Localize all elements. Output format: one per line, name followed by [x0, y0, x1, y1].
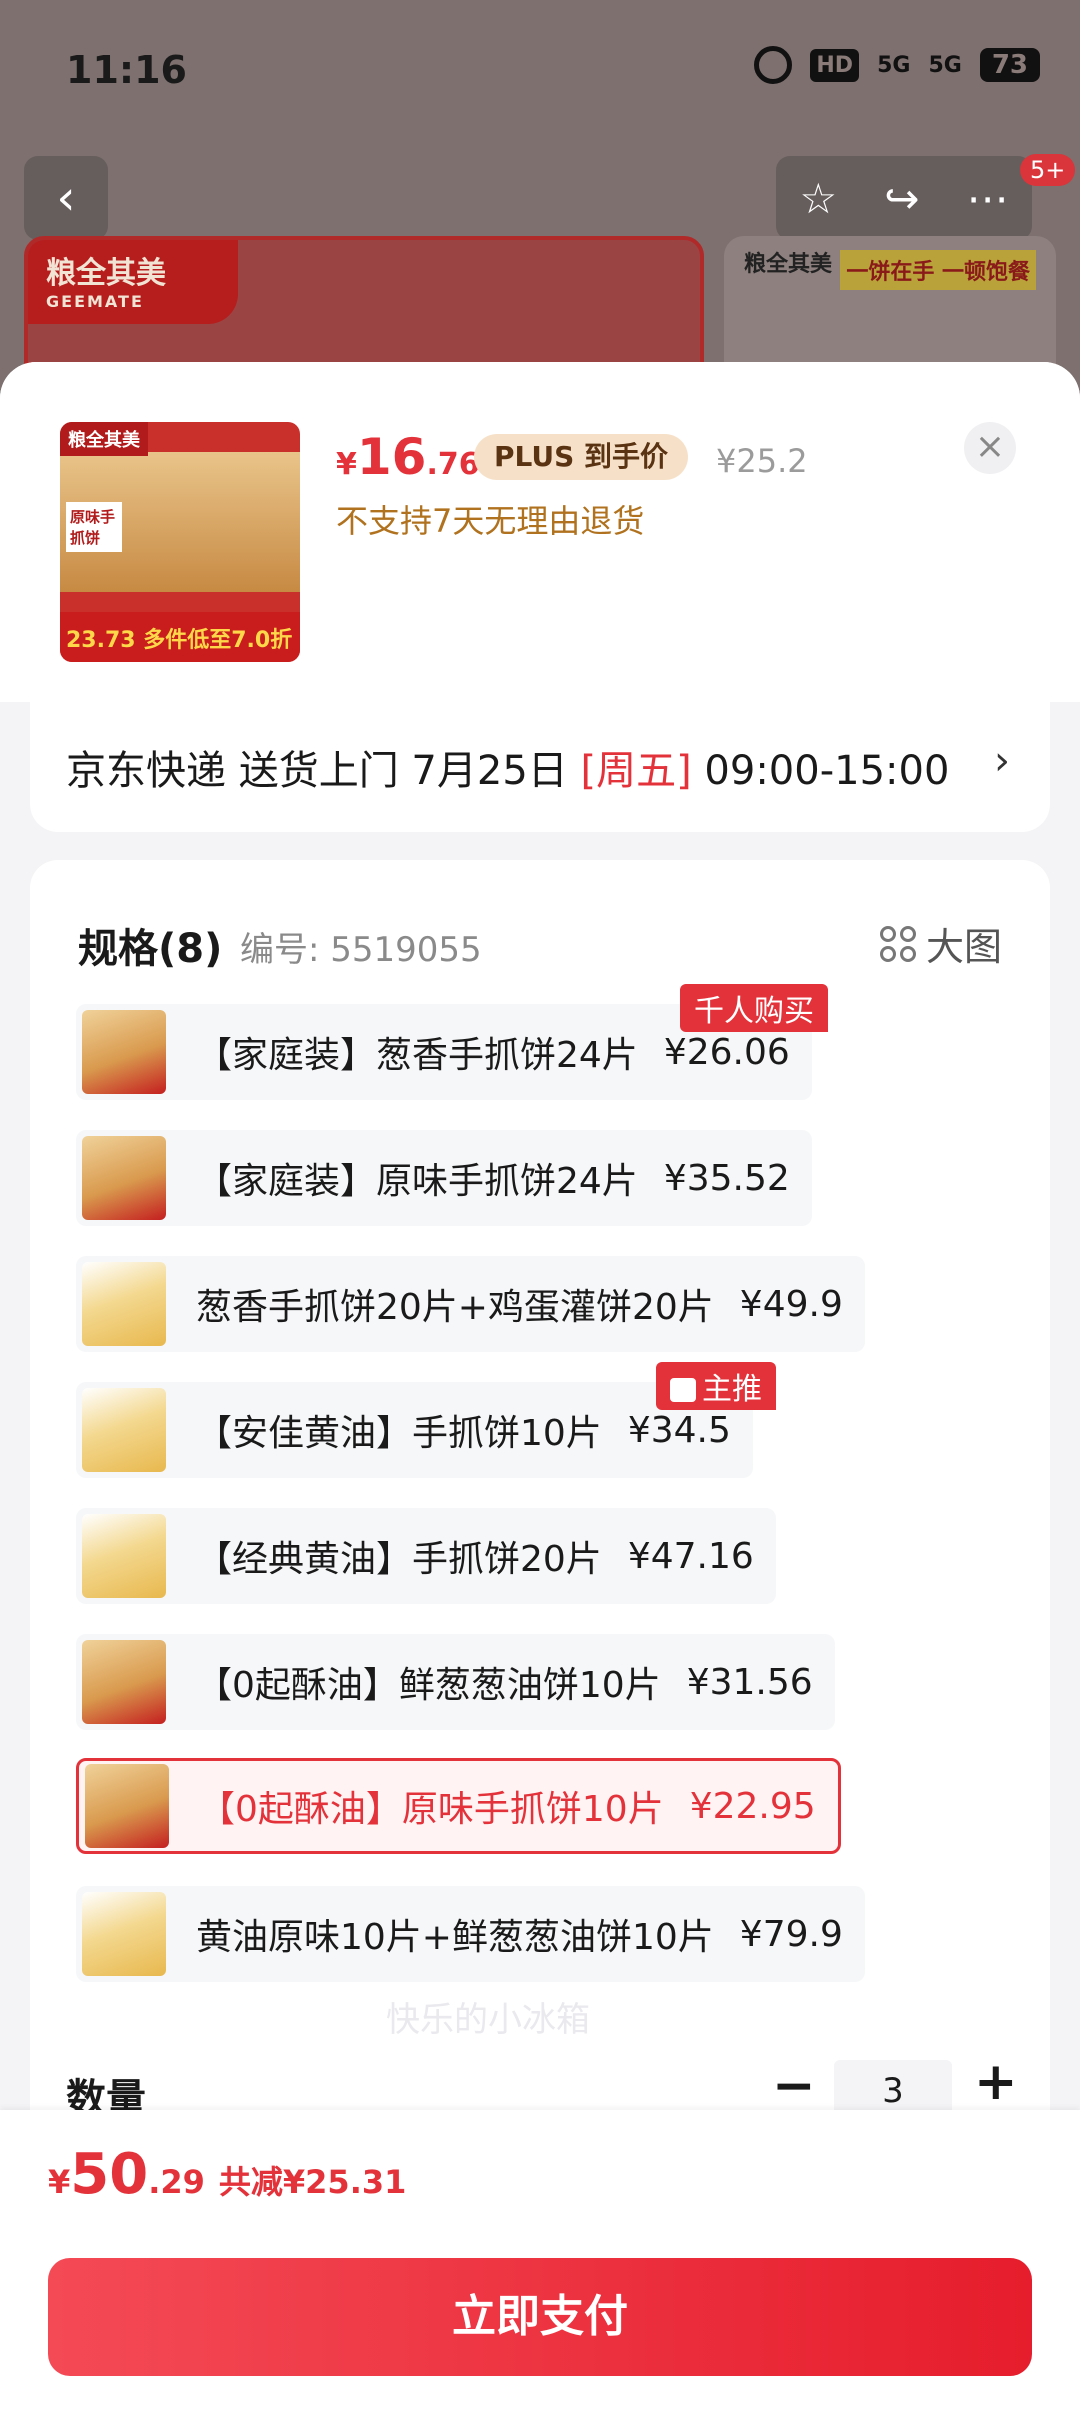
option-label: 【家庭装】葱香手抓饼24片	[196, 1035, 638, 1076]
option-price: ¥31.56	[686, 1661, 813, 1703]
spec-option[interactable]: 【安佳黄油】手抓饼10片 ¥34.5	[76, 1382, 753, 1478]
total-currency: ¥	[48, 2163, 71, 2201]
option-thumbnail	[82, 1010, 166, 1094]
current-price: ¥16.76	[336, 428, 480, 486]
background-banner-1: 粮全其美 GEEMATE	[24, 236, 704, 366]
big-picture-label: 大图	[925, 925, 1002, 969]
return-policy-note: 不支持7天无理由退货	[336, 502, 645, 540]
close-button[interactable]: ×	[964, 422, 1016, 474]
option-price: ¥22.95	[689, 1785, 816, 1827]
watermark: 快乐的小冰箱	[386, 2000, 590, 2040]
recommended-badge: 主推	[656, 1362, 776, 1410]
banner2-title: 一饼在手 一顿饱餐	[840, 250, 1036, 290]
option-label: 葱香手抓饼20片+鸡蛋灌饼20片	[196, 1287, 714, 1328]
thumbs-up-icon	[670, 1378, 696, 1402]
chevron-right-icon: ›	[994, 738, 1010, 784]
option-label: 黄油原味10片+鲜葱葱油饼10片	[196, 1917, 714, 1958]
option-label: 【0起酥油】鲜葱葱油饼10片	[196, 1665, 661, 1706]
price-currency: ¥	[336, 447, 357, 482]
banner2-brand: 粮全其美	[744, 252, 833, 277]
background-banner-2: 粮全其美 一饼在手 一顿饱餐	[724, 236, 1056, 366]
price-decimal: .76	[426, 447, 480, 482]
total-saving: 共减¥25.31	[218, 2163, 407, 2201]
option-thumbnail	[82, 1640, 166, 1724]
delivery-text: 京东快递 送货上门 7月25日 [周五] 09:00-15:00	[66, 738, 949, 796]
delivery-time-window: 09:00-15:00	[691, 748, 950, 794]
option-label: 【0起酥油】原味手抓饼10片	[199, 1789, 664, 1830]
signal-icon-2: 5G	[928, 52, 962, 78]
total-price: ¥50.29 共减¥25.31	[48, 2142, 406, 2207]
signal-icon-1: 5G	[877, 52, 911, 78]
option-thumbnail	[85, 1764, 169, 1848]
back-button[interactable]: ‹	[24, 156, 108, 240]
spec-option[interactable]: 黄油原味10片+鲜葱葱油饼10片 ¥79.9	[76, 1886, 865, 1982]
status-time: 11:16	[66, 48, 187, 92]
big-picture-toggle[interactable]: 大图	[879, 916, 1002, 971]
spec-code: 编号: 5519055	[240, 930, 482, 970]
product-thumb-brand: 粮全其美	[60, 422, 148, 456]
share-icon[interactable]: ↪	[884, 174, 919, 223]
status-icons: HD 5G 5G 73	[754, 46, 1040, 84]
more-icon[interactable]: ⋯	[966, 174, 1008, 223]
banner-brand: 粮全其美 GEEMATE	[28, 240, 238, 324]
popular-badge: 千人购买	[680, 984, 828, 1032]
close-icon: ×	[974, 426, 1006, 467]
delivery-info[interactable]: 京东快递 送货上门 7月25日 [周五] 09:00-15:00 ›	[30, 702, 1050, 832]
original-price: ¥25.2	[716, 442, 808, 480]
spec-card: 规格(8) 编号: 5519055 大图 快乐的小冰箱 【家庭装】葱香手抓饼24…	[30, 860, 1050, 2160]
chevron-left-icon: ‹	[56, 170, 76, 226]
spec-option-selected[interactable]: 【0起酥油】原味手抓饼10片 ¥22.95	[76, 1758, 841, 1854]
hd-icon: HD	[810, 48, 860, 82]
option-thumbnail	[82, 1262, 166, 1346]
grid-view-icon	[879, 925, 916, 962]
option-label: 【经典黄油】手抓饼20片	[196, 1539, 602, 1580]
total-integer: 50	[70, 2142, 149, 2207]
checkout-footer: ¥50.29 共减¥25.31 立即支付	[0, 2110, 1080, 2412]
option-thumbnail	[82, 1514, 166, 1598]
sheet-header: 粮全其美 原味手抓饼 23.73 多件低至7.0折 ¥16.76 PLUS 到手…	[0, 362, 1080, 702]
option-label: 【家庭装】原味手抓饼24片	[196, 1161, 638, 1202]
pay-now-button[interactable]: 立即支付	[48, 2258, 1032, 2376]
option-thumbnail	[82, 1892, 166, 1976]
option-price: ¥49.9	[739, 1283, 843, 1325]
message-badge: 5+	[1020, 154, 1076, 186]
battery-icon: 73	[979, 48, 1040, 82]
recommended-label: 主推	[702, 1372, 762, 1407]
delivery-weekday: [周五]	[580, 748, 692, 794]
option-thumbnail	[82, 1136, 166, 1220]
option-price: ¥34.5	[627, 1409, 731, 1451]
option-price: ¥26.06	[663, 1031, 790, 1073]
option-price: ¥47.16	[627, 1535, 754, 1577]
spec-option[interactable]: 【经典黄油】手抓饼20片 ¥47.16	[76, 1508, 776, 1604]
option-price: ¥79.9	[739, 1913, 843, 1955]
spec-option[interactable]: 【家庭装】原味手抓饼24片 ¥35.52	[76, 1130, 812, 1226]
spec-option[interactable]: 葱香手抓饼20片+鸡蛋灌饼20片 ¥49.9	[76, 1256, 865, 1352]
top-action-bar: ☆ ↪ ⋯	[776, 156, 1032, 240]
banner-brand-cn: 粮全其美	[46, 256, 166, 291]
price-integer: 16	[356, 428, 427, 486]
product-thumbnail[interactable]: 粮全其美 原味手抓饼 23.73 多件低至7.0折	[60, 422, 300, 662]
favorite-star-icon[interactable]: ☆	[800, 174, 838, 223]
quantity-decrease-button[interactable]: −	[772, 2056, 816, 2116]
status-bar: 11:16 HD 5G 5G 73	[0, 0, 1080, 140]
plus-price-tag: PLUS 到手价	[474, 434, 689, 480]
product-thumb-label: 原味手抓饼	[66, 502, 122, 552]
spec-title: 规格(8)	[78, 926, 223, 972]
banner-brand-en: GEEMATE	[46, 292, 144, 311]
total-decimal: .29	[148, 2163, 205, 2201]
quantity-increase-button[interactable]: +	[974, 2052, 1018, 2112]
product-thumb-price: 23.73 多件低至7.0折	[60, 612, 300, 662]
spec-option[interactable]: 【0起酥油】鲜葱葱油饼10片 ¥31.56	[76, 1634, 835, 1730]
delivery-method: 京东快递 送货上门 7月25日	[66, 748, 581, 794]
option-label: 【安佳黄油】手抓饼10片	[196, 1413, 602, 1454]
option-thumbnail	[82, 1388, 166, 1472]
option-price: ¥35.52	[663, 1157, 790, 1199]
alarm-icon	[754, 46, 793, 84]
